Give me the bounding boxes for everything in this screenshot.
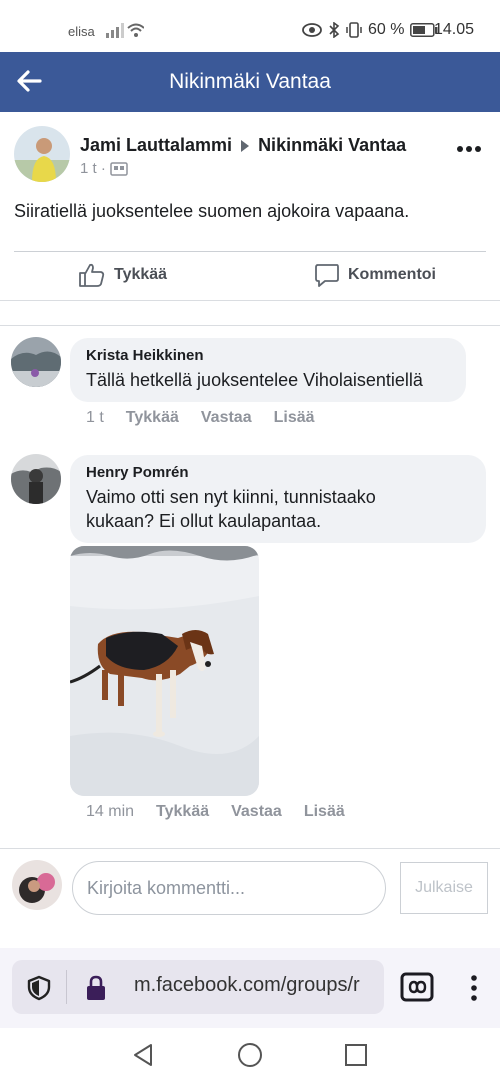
comment-input[interactable]: Kirjoita kommentti... bbox=[72, 861, 386, 915]
commenter-name[interactable]: Krista Heikkinen bbox=[86, 347, 450, 364]
arrow-right-icon bbox=[241, 139, 250, 152]
post-time[interactable]: 1 t · bbox=[80, 160, 106, 177]
eye-icon bbox=[302, 23, 322, 37]
avatar-photo bbox=[11, 337, 61, 387]
comment-more-button[interactable]: Lisää bbox=[304, 803, 345, 821]
vibrate-icon bbox=[346, 22, 362, 38]
comment-more-button[interactable]: Lisää bbox=[274, 409, 315, 427]
comment-time[interactable]: 1 t bbox=[86, 409, 104, 427]
like-thumb-icon bbox=[79, 263, 105, 287]
post-header: Jami Lauttalammi Nikinmäki Vantaa bbox=[80, 135, 406, 156]
publish-button[interactable]: Julkaise bbox=[400, 862, 488, 914]
nav-recents-icon[interactable] bbox=[344, 1043, 368, 1067]
my-avatar bbox=[12, 860, 62, 910]
nav-back-icon[interactable] bbox=[132, 1043, 154, 1067]
comment-icon bbox=[315, 264, 339, 287]
like-label: Tykkää bbox=[114, 266, 168, 283]
divider bbox=[0, 300, 500, 301]
comment-like-button[interactable]: Tykkää bbox=[156, 803, 209, 821]
comment-text-line: kukaan? Ei ollut kaulapantaa. bbox=[86, 511, 322, 531]
comment-text-line: Vaimo otti sen nyt kiinni, tunnistaako bbox=[86, 487, 376, 507]
signal-wifi-icon bbox=[106, 23, 144, 38]
group-privacy-icon bbox=[110, 161, 128, 176]
battery-percent: 60 % bbox=[368, 21, 405, 38]
commenter-name[interactable]: Henry Pomrén bbox=[86, 464, 470, 481]
commenter-avatar[interactable] bbox=[11, 337, 61, 387]
clock: 14.05 bbox=[434, 21, 475, 38]
comment-button[interactable]: Kommentoi bbox=[314, 262, 436, 288]
avatar-photo bbox=[14, 126, 70, 182]
comment-bubble: Krista Heikkinen Tällä hetkellä juoksent… bbox=[70, 338, 466, 402]
tabs-icon[interactable] bbox=[400, 972, 434, 1002]
status-icons: 60 % bbox=[302, 21, 438, 39]
commenter-avatar[interactable] bbox=[11, 454, 61, 504]
post-author-avatar[interactable] bbox=[14, 126, 70, 182]
nav-home-icon[interactable] bbox=[237, 1042, 263, 1068]
back-arrow-icon[interactable] bbox=[14, 66, 44, 96]
carrier-name: elisa bbox=[68, 24, 95, 39]
divider bbox=[0, 325, 500, 326]
divider bbox=[0, 848, 500, 849]
comment-bubble: Henry Pomrén Vaimo otti sen nyt kiinni, … bbox=[70, 455, 486, 543]
shield-icon[interactable] bbox=[26, 975, 52, 1001]
comment-time[interactable]: 14 min bbox=[86, 803, 134, 821]
like-button[interactable]: Tykkää bbox=[78, 262, 167, 288]
page-title: Nikinmäki Vantaa bbox=[169, 70, 331, 93]
kebab-menu-icon[interactable] bbox=[466, 974, 482, 1002]
comment-actions: 1 t Tykkää Vastaa Lisää bbox=[86, 409, 315, 427]
url-separator bbox=[66, 970, 67, 1004]
lock-icon[interactable] bbox=[84, 975, 108, 1001]
more-dots-icon[interactable] bbox=[456, 136, 482, 162]
comment-like-button[interactable]: Tykkää bbox=[126, 409, 179, 427]
comment-reply-button[interactable]: Vastaa bbox=[231, 803, 282, 821]
url-text[interactable]: m.facebook.com/groups/r bbox=[134, 974, 380, 997]
comment-text: Tällä hetkellä juoksentelee Viholaisenti… bbox=[86, 370, 423, 390]
avatar-photo bbox=[12, 860, 62, 910]
avatar-photo bbox=[11, 454, 61, 504]
comment-actions: 14 min Tykkää Vastaa Lisää bbox=[86, 803, 345, 821]
comment-label: Kommentoi bbox=[348, 266, 436, 283]
post-text: Siiratiellä juoksentelee suomen ajokoira… bbox=[14, 201, 410, 221]
post-meta: 1 t · bbox=[80, 160, 128, 177]
bluetooth-icon bbox=[329, 22, 340, 38]
comment-reply-button[interactable]: Vastaa bbox=[201, 409, 252, 427]
comment-photo[interactable] bbox=[70, 546, 259, 796]
post-author-name[interactable]: Jami Lauttalammi bbox=[80, 135, 232, 156]
post-group-name[interactable]: Nikinmäki Vantaa bbox=[258, 135, 406, 156]
dog-photo bbox=[70, 546, 259, 796]
divider bbox=[14, 251, 486, 252]
